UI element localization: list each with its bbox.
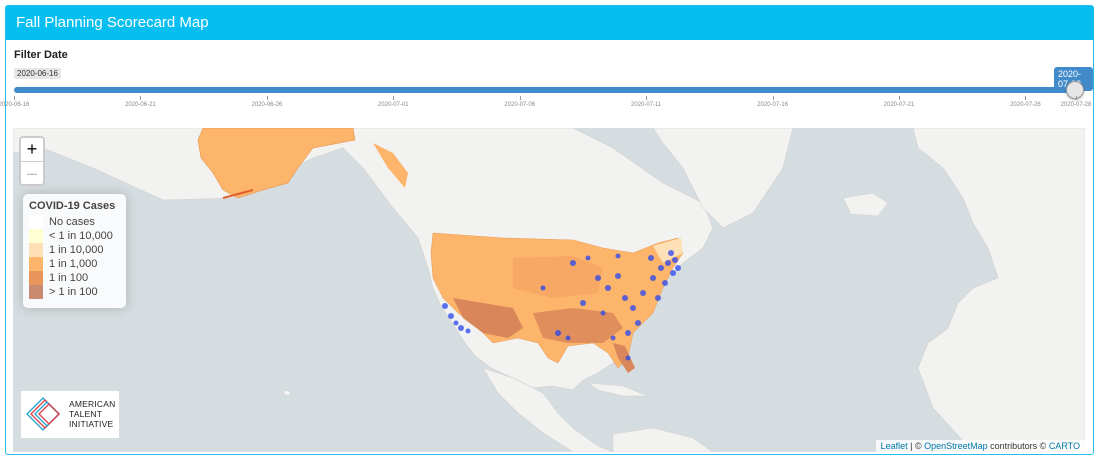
legend-swatch-2	[29, 243, 43, 257]
slider-tick-label: 2020-06-16	[0, 102, 30, 108]
carto-link[interactable]: CARTO	[1049, 441, 1080, 451]
map-legend: COVID-19 Cases No cases < 1 in 10,000 1 …	[23, 194, 126, 308]
legend-swatch-4	[29, 271, 43, 285]
slider-tick-label: 2020-07-21	[883, 102, 915, 108]
legend-item: 1 in 1,000	[29, 257, 120, 271]
map[interactable]: + – COVID-19 Cases No cases < 1 in 10,00…	[13, 128, 1085, 452]
hawaii-land	[282, 389, 292, 397]
logo-line-3: INITIATIVE	[69, 419, 114, 429]
zoom-control: + –	[19, 136, 45, 186]
slider-min-label: 2020-06-16	[14, 68, 61, 79]
diamond-logo-icon	[26, 397, 60, 431]
zoom-out-button[interactable]: –	[21, 161, 43, 185]
slider-tick	[266, 96, 268, 100]
slider-tick-label: 2020-07-26	[1010, 102, 1041, 108]
legend-title: COVID-19 Cases	[29, 200, 116, 212]
slider-tick	[1025, 96, 1027, 100]
slider-tick	[646, 96, 648, 100]
legend-item: < 1 in 10,000	[29, 229, 120, 243]
alaska-region	[197, 128, 356, 199]
slider-tick-label: 2020-06-26	[251, 102, 283, 108]
legend-item: > 1 in 100	[29, 285, 120, 299]
us-high-case-south	[533, 308, 623, 343]
iceland-land	[842, 192, 889, 217]
page-title: Fall Planning Scorecard Map	[6, 6, 1093, 40]
logo-line-1: AMERICAN	[69, 399, 116, 409]
slider-tick	[899, 96, 900, 100]
slider-tick	[140, 96, 142, 100]
legend-label: 1 in 100	[49, 272, 89, 284]
legend-label: 1 in 1,000	[49, 258, 98, 270]
legend-swatch-3	[29, 257, 43, 271]
legend-item: 1 in 100	[29, 271, 120, 285]
legend-item: No cases	[29, 215, 120, 229]
legend-swatch-5	[29, 285, 43, 299]
europe-africa-land	[912, 128, 1085, 452]
map-attribution: Leaflet | © OpenStreetMap contributors ©…	[875, 440, 1085, 452]
legend-label: 1 in 10,000	[49, 244, 104, 256]
american-talent-initiative-logo: AMERICAN TALENT INITIATIVE	[21, 391, 119, 438]
slider-tick	[519, 96, 521, 100]
slider-tick-label: 2020-07-16	[757, 102, 788, 108]
slider-tick-label: 2020-06-21	[125, 102, 156, 108]
logo-line-2: TALENT	[69, 409, 103, 419]
slider-tick-label: 2020-07-28	[1060, 102, 1092, 108]
slider-tick	[393, 96, 395, 100]
legend-item: 1 in 10,000	[29, 243, 120, 257]
slider-tick	[1076, 96, 1077, 100]
attribution-separator: | ©	[907, 441, 925, 451]
scorecard-panel: Fall Planning Scorecard Map Filter Date …	[0, 5, 1095, 455]
leaflet-link[interactable]: Leaflet	[881, 441, 908, 451]
filter-date-label: Filter Date	[14, 49, 68, 61]
slider-ticks: 2020-06-16 2020-06-21 2020-06-26 2020-07-01…	[0, 96, 1095, 116]
slider-tick-label: 2020-07-01	[377, 102, 409, 108]
slider-tick-label: 2020-07-11	[631, 102, 662, 108]
slider-tick-label: 2020-07-06	[504, 102, 536, 108]
logo-text: AMERICAN TALENT INITIATIVE	[69, 399, 115, 429]
date-slider-track[interactable]	[14, 87, 1076, 93]
cuba-land	[586, 382, 649, 397]
legend-swatch-0	[29, 215, 43, 229]
zoom-in-button[interactable]: +	[21, 138, 43, 161]
south-america-land	[612, 427, 714, 452]
legend-swatch-1	[29, 229, 43, 243]
slider-tick	[772, 96, 774, 100]
legend-label: No cases	[49, 216, 95, 228]
legend-label: > 1 in 100	[49, 286, 98, 298]
osm-link[interactable]: OpenStreetMap	[924, 441, 988, 451]
slider-tick	[14, 96, 15, 100]
map-canvas	[13, 128, 1085, 452]
legend-label: < 1 in 10,000	[49, 230, 113, 242]
attribution-contributors: contributors ©	[987, 441, 1049, 451]
